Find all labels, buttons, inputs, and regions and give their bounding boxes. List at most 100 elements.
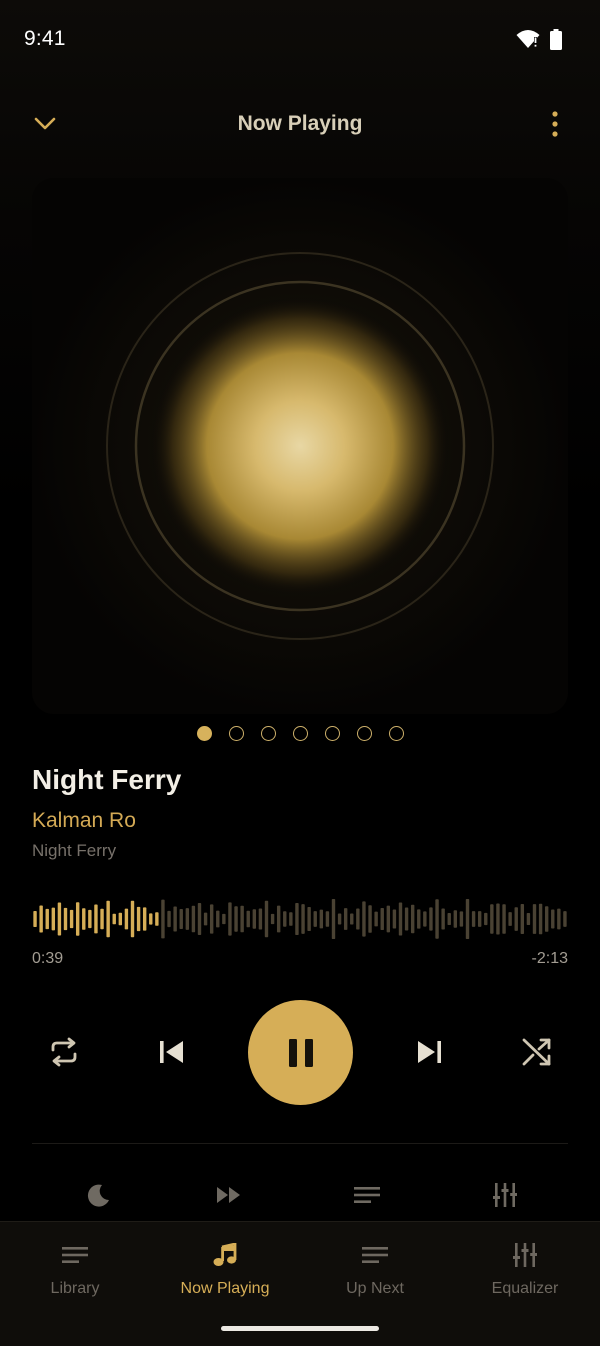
waveform-bar xyxy=(477,911,482,927)
waveform-bar xyxy=(496,903,500,935)
waveform-bar xyxy=(283,911,287,927)
waveform-bar xyxy=(429,907,433,931)
pager-dot[interactable] xyxy=(292,726,308,741)
nav-label-equalizer: Equalizer xyxy=(491,1280,559,1297)
music-note-icon xyxy=(213,1243,237,1266)
pager-dot[interactable] xyxy=(356,726,372,741)
play-pause-button[interactable] xyxy=(248,1000,353,1105)
waveform-bar-played xyxy=(39,905,43,933)
sleep-timer-button[interactable] xyxy=(75,1172,121,1218)
pager-dot[interactable] xyxy=(196,726,212,741)
home-indicator[interactable] xyxy=(221,1326,379,1331)
nav-label-up-next: Up Next xyxy=(346,1280,404,1297)
waveform-bar xyxy=(441,908,445,930)
waveform-bar xyxy=(526,912,531,926)
track-artist[interactable]: Kalman Ro xyxy=(32,809,136,833)
waveform-seekbar[interactable] xyxy=(32,896,568,942)
waveform-bar-played xyxy=(51,907,56,931)
equalizer-shortcut-button[interactable] xyxy=(482,1172,528,1218)
waveform-bar-played xyxy=(100,908,104,930)
nav-item-up-next[interactable]: Up Next xyxy=(300,1222,450,1312)
next-track-button[interactable] xyxy=(405,1028,453,1076)
waveform-bar xyxy=(490,904,494,934)
waveform-bar xyxy=(185,908,190,930)
waveform-bar xyxy=(234,906,238,932)
waveform-bar xyxy=(167,910,171,928)
waveform-bar-played xyxy=(94,904,98,934)
repeat-button[interactable] xyxy=(40,1028,88,1076)
waveform-bar-played xyxy=(45,908,49,930)
playback-speed-icon xyxy=(217,1187,240,1203)
waveform-bar xyxy=(380,907,384,931)
waveform-bar xyxy=(563,911,567,927)
waveform-bar xyxy=(557,908,561,930)
waveform-bar xyxy=(538,903,543,935)
waveform-bar xyxy=(484,912,488,926)
waveform-bar-played xyxy=(155,912,159,926)
waveform-bar-played xyxy=(57,902,62,936)
section-divider xyxy=(32,1143,568,1144)
shuffle-button[interactable] xyxy=(513,1028,561,1076)
waveform-bar-played xyxy=(118,912,123,926)
waveform-bar xyxy=(197,903,202,935)
waveform-bar xyxy=(264,900,269,938)
pause-icon xyxy=(288,1038,313,1067)
artwork-orb-graphic xyxy=(32,178,568,714)
waveform-bar xyxy=(465,899,470,939)
artwork-pager xyxy=(0,726,600,741)
waveform-bar xyxy=(551,909,555,929)
pager-dot[interactable] xyxy=(228,726,244,741)
album-artwork[interactable] xyxy=(32,178,568,714)
waveform-bar xyxy=(203,912,208,926)
waveform-bar xyxy=(179,909,183,929)
waveform-bar-played xyxy=(124,908,129,930)
waveform-bar xyxy=(374,911,378,927)
pager-dot[interactable] xyxy=(388,726,404,741)
waveform-bar xyxy=(404,907,409,931)
waveform-bar xyxy=(392,909,397,929)
equalizer-sliders-icon xyxy=(493,1183,517,1207)
lyrics-button[interactable] xyxy=(344,1172,390,1218)
waveform-bar xyxy=(331,899,336,939)
status-bar: 9:41 xyxy=(0,0,600,80)
waveform-bar xyxy=(301,904,305,934)
waveform-bar xyxy=(337,913,342,925)
waveform-bar-played xyxy=(75,902,80,936)
now-playing-screen: 9:41 Now Playing Night Ferry Kalman Ro N… xyxy=(0,0,600,1346)
skip-previous-icon xyxy=(160,1041,183,1063)
waveform-bar xyxy=(313,911,317,927)
nav-item-now-playing[interactable]: Now Playing xyxy=(150,1222,300,1312)
skip-next-icon xyxy=(418,1041,441,1063)
waveform-bar-played xyxy=(82,908,86,930)
waveform-bar xyxy=(343,908,348,930)
waveform-bar xyxy=(356,908,360,930)
shuffle-icon xyxy=(522,1038,551,1066)
waveform-bar xyxy=(508,912,512,926)
waveform-bar xyxy=(209,904,214,934)
previous-track-button[interactable] xyxy=(148,1028,196,1076)
waveform-bar xyxy=(325,911,330,927)
track-title: Night Ferry xyxy=(32,764,182,795)
secondary-actions xyxy=(0,1172,600,1218)
waveform-bar xyxy=(258,908,263,930)
playback-speed-button[interactable] xyxy=(206,1172,252,1218)
waveform-bar xyxy=(289,912,293,926)
waveform-bar xyxy=(544,906,549,932)
waveform-bar xyxy=(276,905,281,933)
more-options-button[interactable] xyxy=(540,106,570,142)
waveform-bar xyxy=(423,911,427,927)
nav-label-library: Library xyxy=(50,1280,100,1297)
wifi-alert-icon xyxy=(516,30,540,48)
waveform-bar-played xyxy=(112,913,116,925)
pager-dot[interactable] xyxy=(324,726,340,741)
nav-item-library[interactable]: Library xyxy=(0,1222,150,1312)
waveform-bar xyxy=(191,905,196,933)
waveform-bar xyxy=(270,913,275,925)
sleep-timer-moon-icon xyxy=(87,1184,109,1207)
pager-dot[interactable] xyxy=(260,726,276,741)
waveform-bar xyxy=(240,905,244,933)
waveform-bar xyxy=(386,905,391,933)
library-lines-icon xyxy=(62,1247,88,1263)
nav-item-equalizer[interactable]: Equalizer xyxy=(450,1222,600,1312)
waveform-bar xyxy=(417,909,421,929)
